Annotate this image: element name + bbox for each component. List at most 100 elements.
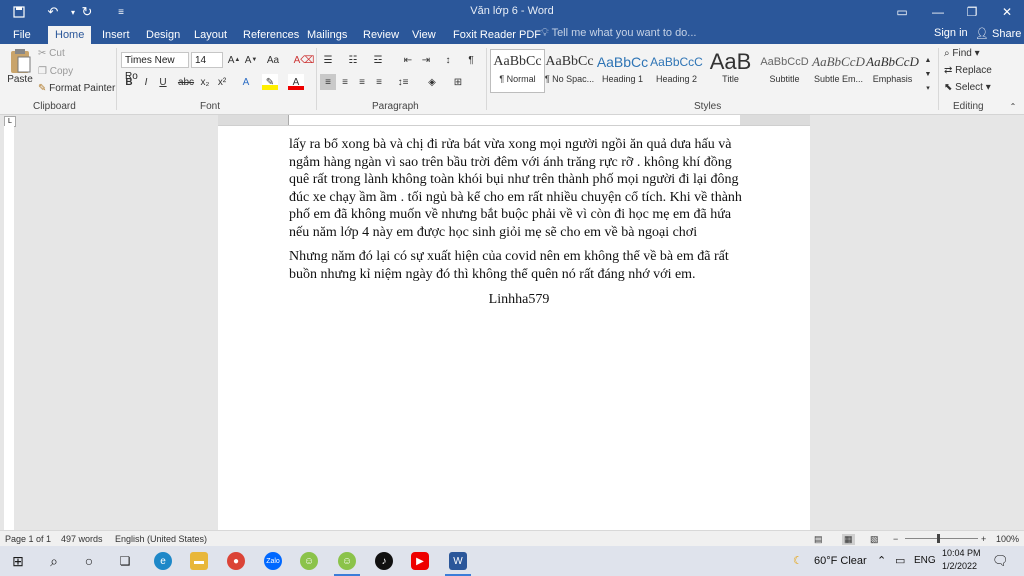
tab-mailings[interactable]: Mailings xyxy=(300,26,354,44)
tab-foxit-reader-pdf[interactable]: Foxit Reader PDF xyxy=(446,26,548,44)
clock-date[interactable]: 1/2/2022 xyxy=(942,561,977,571)
paste-button[interactable]: Paste xyxy=(6,48,34,85)
tiktok-icon[interactable]: ♪ xyxy=(375,552,393,570)
tab-home[interactable]: Home xyxy=(48,26,92,44)
font-name-combo[interactable]: Times New Ro xyxy=(121,52,189,82)
chevron-up-icon[interactable]: ⌃ xyxy=(877,554,886,567)
style-subtitle[interactable]: AaBbCcD Subtitle xyxy=(758,50,811,92)
copy-button[interactable]: ❐ Copy xyxy=(38,66,73,77)
chrome-icon[interactable]: ● xyxy=(227,552,245,570)
zoom-level[interactable]: 100% xyxy=(996,534,1019,544)
increase-indent-icon[interactable]: ⇥ xyxy=(418,52,434,68)
notification-icon[interactable]: 🗨︎ xyxy=(992,553,1009,569)
tab-file[interactable]: File xyxy=(6,26,38,44)
task-view-icon[interactable]: ❏ xyxy=(116,552,134,570)
highlight-color-icon[interactable]: ✎ xyxy=(262,74,278,90)
app-icon[interactable]: ☺ xyxy=(300,552,318,570)
styles-more-icon[interactable]: ▾ xyxy=(920,80,936,96)
read-mode-icon[interactable]: ▤ xyxy=(814,534,823,545)
app-icon[interactable]: ☺ xyxy=(338,552,356,570)
subscript-icon[interactable]: x₂ xyxy=(197,74,213,90)
show-formatting-icon[interactable]: ¶ xyxy=(463,52,479,68)
tell-me-search[interactable]: 💡︎ Tell me what you want to do... xyxy=(541,27,696,40)
tab-layout[interactable]: Layout xyxy=(187,26,234,44)
zalo-icon[interactable]: Zalo xyxy=(264,552,282,570)
format-painter-button[interactable]: ✎ Format Painter xyxy=(38,83,115,94)
search-icon[interactable]: ⌕ xyxy=(45,552,63,570)
signature-line[interactable]: Linhha579 xyxy=(289,291,749,309)
style-normal[interactable]: AaBbCc ¶ Normal xyxy=(490,49,545,93)
word-icon[interactable]: W xyxy=(449,552,467,570)
tab-design[interactable]: Design xyxy=(139,26,187,44)
weather-text[interactable]: 60°F Clear xyxy=(814,555,867,567)
font-color-icon[interactable]: A xyxy=(288,74,304,90)
style-no-spacing[interactable]: AaBbCc ¶ No Spac... xyxy=(543,50,596,92)
shading-icon[interactable]: ◈ xyxy=(424,74,440,90)
bold-icon[interactable]: B xyxy=(121,74,137,90)
shrink-font-icon[interactable]: A ▼ xyxy=(243,52,259,68)
vertical-ruler[interactable] xyxy=(4,126,14,530)
word-count[interactable]: 497 words xyxy=(61,534,103,544)
cortana-icon[interactable]: ○ xyxy=(80,552,98,570)
change-case-icon[interactable]: Aa xyxy=(265,52,281,68)
numbering-icon[interactable]: ☷ xyxy=(345,52,361,68)
youtube-icon[interactable]: ▶ xyxy=(411,552,429,570)
underline-icon[interactable]: U xyxy=(155,74,171,90)
zoom-in-icon[interactable]: + xyxy=(981,534,986,544)
page-count[interactable]: Page 1 of 1 xyxy=(5,534,51,544)
find-button[interactable]: ⌕ Find ▾ xyxy=(944,48,980,59)
select-button[interactable]: ⬉ Select ▾ xyxy=(944,82,991,93)
style-heading-2[interactable]: AaBbCcC Heading 2 xyxy=(650,50,703,92)
web-layout-icon[interactable]: ▧ xyxy=(870,534,879,545)
cut-button[interactable]: ✂︎ Cut xyxy=(38,48,65,59)
style-subtle-emphasis[interactable]: AaBbCcD Subtle Em... xyxy=(812,50,865,92)
style-heading-1[interactable]: AaBbCc Heading 1 xyxy=(596,50,649,92)
tab-view[interactable]: View xyxy=(405,26,443,44)
close-button[interactable]: ✕ xyxy=(990,0,1024,24)
clear-formatting-icon[interactable]: A⌫ xyxy=(294,52,315,68)
paragraph-2[interactable]: Nhưng năm đó lại có sự xuất hiện của cov… xyxy=(289,248,749,283)
superscript-icon[interactable]: x² xyxy=(214,74,230,90)
align-center-icon[interactable]: ≡ xyxy=(337,74,353,90)
share-button[interactable]: 👤︎ Share xyxy=(975,27,1021,40)
grow-font-icon[interactable]: A ▲ xyxy=(226,52,242,68)
style-emphasis[interactable]: AaBbCcD Emphasis xyxy=(866,50,919,92)
clock-time[interactable]: 10:04 PM xyxy=(942,548,981,558)
font-size-combo[interactable]: 14 xyxy=(191,52,223,68)
windows-start-icon[interactable]: ⊞ xyxy=(9,552,27,570)
zoom-slider-thumb[interactable] xyxy=(937,534,940,543)
justify-icon[interactable]: ≡ xyxy=(371,74,387,90)
tab-insert[interactable]: Insert xyxy=(95,26,137,44)
italic-icon[interactable]: I xyxy=(138,74,154,90)
print-layout-icon[interactable]: ▦ xyxy=(842,534,855,545)
sort-icon[interactable]: ↕ xyxy=(440,52,456,68)
zoom-out-icon[interactable]: − xyxy=(893,534,898,544)
decrease-indent-icon[interactable]: ⇤ xyxy=(400,52,416,68)
language-indicator[interactable]: ENG xyxy=(914,555,936,566)
edge-icon[interactable]: e xyxy=(154,552,172,570)
ribbon-display-icon[interactable]: ▭ xyxy=(885,0,919,24)
language-indicator[interactable]: English (United States) xyxy=(115,534,207,544)
minimize-button[interactable]: — xyxy=(921,0,955,24)
file-explorer-icon[interactable]: ▬ xyxy=(190,552,208,570)
tab-review[interactable]: Review xyxy=(356,26,406,44)
borders-icon[interactable]: ⊞ xyxy=(450,74,466,90)
align-right-icon[interactable]: ≡ xyxy=(354,74,370,90)
horizontal-ruler[interactable] xyxy=(218,115,810,126)
strikethrough-icon[interactable]: abc xyxy=(178,74,194,90)
align-left-icon[interactable]: ≡ xyxy=(320,74,336,90)
multilevel-list-icon[interactable]: ☲ xyxy=(370,52,386,68)
style-title[interactable]: AaB Title xyxy=(704,50,757,92)
document-page[interactable]: lấy ra bổ xong bà và chị đi rửa bát vừa … xyxy=(218,126,810,530)
sign-in-link[interactable]: Sign in xyxy=(934,27,968,39)
bullets-icon[interactable]: ☰ xyxy=(320,52,336,68)
network-icon[interactable]: ▭ xyxy=(895,554,905,567)
line-spacing-icon[interactable]: ↕≡ xyxy=(395,74,411,90)
replace-button[interactable]: ⇄ Replace xyxy=(944,65,992,76)
tab-references[interactable]: References xyxy=(236,26,306,44)
text-effects-icon[interactable]: A xyxy=(238,74,254,90)
collapse-ribbon-icon[interactable]: ⌃ xyxy=(1005,98,1021,114)
paragraph-1[interactable]: lấy ra bổ xong bà và chị đi rửa bát vừa … xyxy=(289,136,749,241)
zoom-slider[interactable] xyxy=(905,538,978,539)
restore-button[interactable]: ❐ xyxy=(955,0,989,24)
